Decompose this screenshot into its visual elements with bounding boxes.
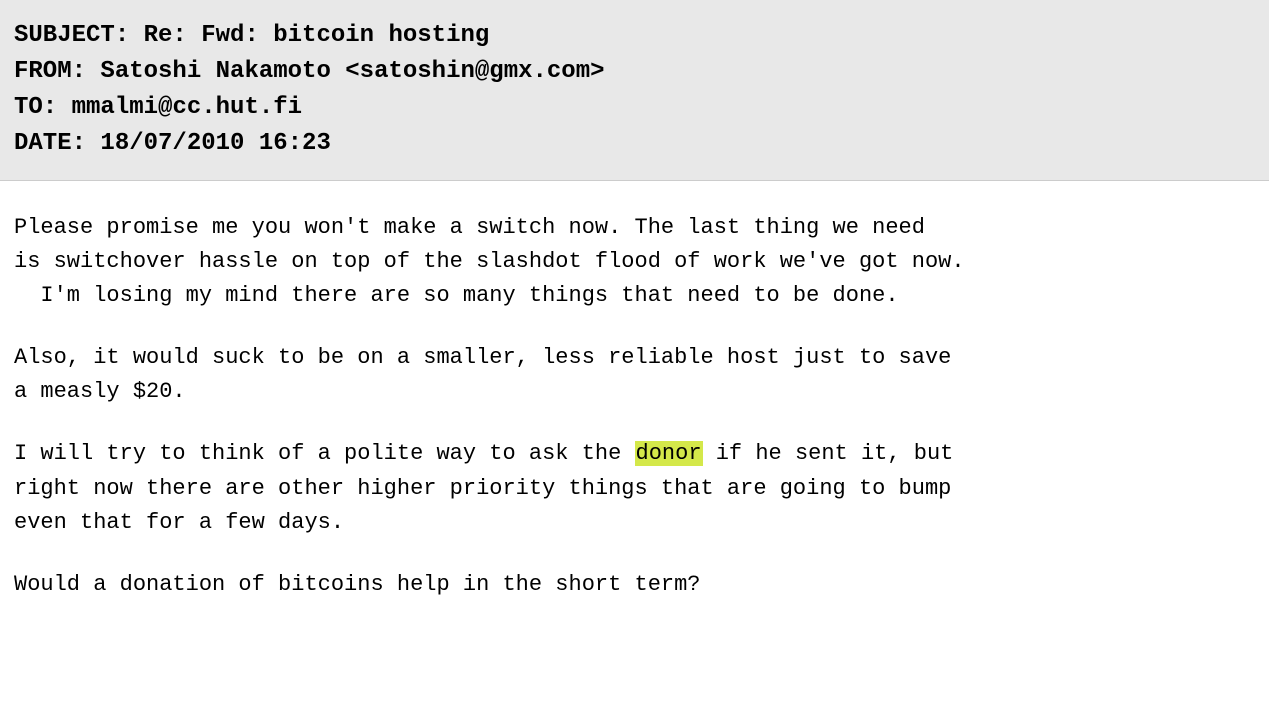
date-label: DATE:	[14, 130, 86, 157]
paragraph-4: Would a donation of bitcoins help in the…	[14, 568, 1255, 602]
paragraph-1-text: Please promise me you won't make a switc…	[14, 215, 965, 308]
donor-highlight: donor	[635, 441, 703, 466]
subject-label: SUBJECT:	[14, 22, 129, 49]
from-label: FROM:	[14, 58, 86, 85]
date-text: 18/07/2010 16:23	[100, 130, 330, 157]
to-label: TO:	[14, 94, 57, 121]
paragraph-4-text: Would a donation of bitcoins help in the…	[14, 572, 701, 597]
from-line: FROM: Satoshi Nakamoto <satoshin@gmx.com…	[14, 54, 1255, 90]
paragraph-3-pre: I will try to think of a polite way to a…	[14, 441, 635, 466]
date-line: DATE: 18/07/2010 16:23	[14, 126, 1255, 162]
paragraph-3: I will try to think of a polite way to a…	[14, 437, 1255, 539]
subject-line: SUBJECT: Re: Fwd: bitcoin hosting	[14, 18, 1255, 54]
subject-text: Re: Fwd: bitcoin hosting	[144, 22, 490, 49]
paragraph-1: Please promise me you won't make a switc…	[14, 211, 1255, 313]
email-header: SUBJECT: Re: Fwd: bitcoin hosting FROM: …	[0, 0, 1269, 181]
to-text: mmalmi@cc.hut.fi	[72, 94, 302, 121]
from-text: Satoshi Nakamoto <satoshin@gmx.com>	[100, 58, 604, 85]
to-line: TO: mmalmi@cc.hut.fi	[14, 90, 1255, 126]
paragraph-2-text: Also, it would suck to be on a smaller, …	[14, 345, 951, 404]
email-body: Please promise me you won't make a switc…	[0, 181, 1269, 660]
paragraph-2: Also, it would suck to be on a smaller, …	[14, 341, 1255, 409]
